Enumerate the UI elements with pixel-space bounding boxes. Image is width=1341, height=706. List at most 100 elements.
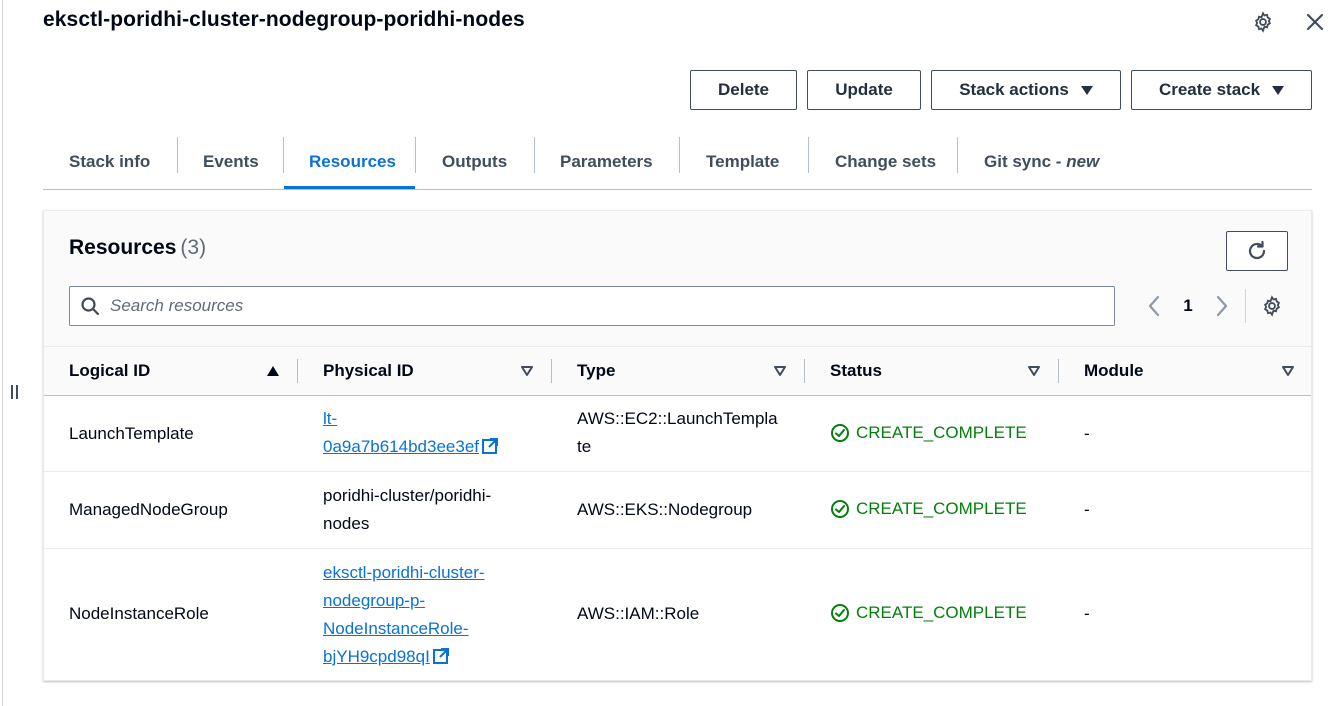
- status-text: CREATE_COMPLETE: [856, 499, 1027, 518]
- physical-id-cell: poridhi-cluster/poridhi- nodes: [323, 482, 491, 538]
- delete-button[interactable]: Delete: [690, 70, 797, 110]
- tab-outputs[interactable]: Outputs: [442, 135, 507, 189]
- pager-separator: [1245, 289, 1246, 323]
- success-check-icon: [831, 500, 849, 518]
- module-cell: -: [1084, 604, 1090, 623]
- sort-icon[interactable]: [1281, 365, 1295, 377]
- external-link-icon: [432, 648, 449, 664]
- column-resizer[interactable]: [297, 359, 298, 383]
- table-row: LaunchTemplate lt- 0a9a7b614bd3ee3ef AWS…: [44, 396, 1311, 472]
- stack-actions-button[interactable]: Stack actions: [931, 70, 1121, 110]
- physical-id-link[interactable]: lt-: [323, 405, 499, 433]
- status-cell: CREATE_COMPLETE: [830, 603, 1027, 623]
- refresh-icon: [1248, 240, 1266, 260]
- physical-id-cell: lt- 0a9a7b614bd3ee3ef: [323, 405, 499, 461]
- caret-down-icon: [1080, 85, 1093, 95]
- chevron-right-icon: [1216, 295, 1228, 317]
- tab-separator: [534, 137, 535, 173]
- tab-events[interactable]: Events: [203, 135, 259, 189]
- close-icon[interactable]: [1303, 10, 1327, 34]
- tab-separator: [679, 137, 680, 173]
- table-row: NodeInstanceRole eksctl-poridhi-cluster-…: [44, 549, 1311, 680]
- column-physical-id[interactable]: Physical ID: [323, 347, 414, 395]
- delete-button-label: Delete: [717, 80, 770, 99]
- physical-id-link-text[interactable]: 0a9a7b614bd3ee3ef: [323, 437, 479, 456]
- tab-git-sync[interactable]: Git sync - new: [984, 135, 1099, 189]
- tab-separator: [415, 137, 416, 173]
- table-header: Logical ID Physical ID Type Status Modul…: [44, 346, 1311, 396]
- physical-id-link[interactable]: eksctl-poridhi-cluster-: [323, 559, 485, 587]
- tab-change-sets[interactable]: Change sets: [835, 135, 936, 189]
- tab-separator: [957, 137, 958, 173]
- chevron-left-icon: [1148, 295, 1160, 317]
- type-cell: AWS::EC2::LaunchTempla te: [577, 405, 778, 461]
- type-line: te: [577, 437, 592, 456]
- settings-gear-icon[interactable]: [1251, 10, 1275, 34]
- tab-parameters[interactable]: Parameters: [560, 135, 653, 189]
- physical-id-link[interactable]: NodeInstanceRole-: [323, 615, 485, 643]
- success-check-icon: [831, 424, 849, 442]
- previous-page-button[interactable]: [1144, 291, 1164, 321]
- status-cell: CREATE_COMPLETE: [830, 423, 1027, 443]
- tab-separator: [808, 137, 809, 173]
- column-module[interactable]: Module: [1084, 347, 1144, 395]
- type-cell: AWS::IAM::Role: [577, 604, 700, 623]
- physical-id-line: nodes: [323, 514, 370, 533]
- tab-separator: [283, 137, 284, 173]
- update-button-label: Update: [835, 80, 893, 99]
- type-cell: AWS::EKS::Nodegroup: [577, 500, 753, 519]
- create-stack-button[interactable]: Create stack: [1131, 70, 1312, 110]
- left-panel-border: [2, 0, 3, 706]
- refresh-button[interactable]: [1226, 231, 1288, 271]
- resources-count: (3): [180, 236, 207, 259]
- search-input[interactable]: [110, 296, 1090, 316]
- status-text: CREATE_COMPLETE: [856, 603, 1027, 622]
- physical-id-cell: eksctl-poridhi-cluster- nodegroup-p- Nod…: [323, 559, 485, 671]
- table-row: ManagedNodeGroup poridhi-cluster/poridhi…: [44, 472, 1311, 549]
- resources-panel: Resources(3) 1 Logical ID Physical ID: [43, 210, 1312, 681]
- caret-down-icon: [1272, 85, 1285, 95]
- column-logical-id[interactable]: Logical ID: [69, 347, 150, 395]
- column-type[interactable]: Type: [577, 347, 615, 395]
- sort-icon[interactable]: [520, 365, 534, 377]
- success-check-icon: [831, 604, 849, 622]
- logical-id-cell: LaunchTemplate: [69, 424, 194, 443]
- physical-id-line: poridhi-cluster/poridhi-: [323, 486, 492, 505]
- column-resizer[interactable]: [1058, 359, 1059, 383]
- stack-tabs: Stack info Events Resources Outputs Para…: [43, 135, 1312, 190]
- column-status[interactable]: Status: [830, 347, 882, 395]
- module-cell: -: [1084, 424, 1090, 443]
- active-tab-indicator: [284, 186, 415, 189]
- stack-actions-label: Stack actions: [959, 80, 1069, 99]
- column-resizer[interactable]: [551, 359, 552, 383]
- module-cell: -: [1084, 500, 1090, 519]
- physical-id-link-line[interactable]: 0a9a7b614bd3ee3ef: [323, 433, 499, 461]
- resize-handle[interactable]: [11, 385, 21, 401]
- tab-resources[interactable]: Resources: [309, 135, 396, 189]
- sort-ascending-icon[interactable]: [266, 365, 280, 377]
- type-line: AWS::EC2::LaunchTempla: [577, 409, 778, 428]
- tab-stack-info[interactable]: Stack info: [69, 135, 150, 189]
- logical-id-cell: NodeInstanceRole: [69, 604, 209, 623]
- search-icon: [70, 287, 110, 325]
- resources-title: Resources: [69, 236, 177, 259]
- preferences-gear-icon[interactable]: [1259, 291, 1285, 321]
- search-resources: [69, 286, 1115, 326]
- physical-id-link-line[interactable]: bjYH9cpd98qI: [323, 643, 485, 671]
- new-badge: new: [1066, 152, 1100, 171]
- column-resizer[interactable]: [804, 359, 805, 383]
- tab-git-sync-label: Git sync -: [984, 152, 1067, 171]
- resources-heading: Resources (3): [69, 236, 206, 260]
- page-number[interactable]: 1: [1178, 291, 1198, 321]
- tab-template[interactable]: Template: [706, 135, 779, 189]
- sort-icon[interactable]: [773, 365, 787, 377]
- create-stack-label: Create stack: [1158, 80, 1261, 99]
- tab-separator: [177, 137, 178, 173]
- physical-id-link[interactable]: nodegroup-p-: [323, 587, 485, 615]
- next-page-button[interactable]: [1212, 291, 1232, 321]
- physical-id-link-text[interactable]: bjYH9cpd98qI: [323, 647, 430, 666]
- status-cell: CREATE_COMPLETE: [830, 499, 1027, 519]
- update-button[interactable]: Update: [807, 70, 921, 110]
- page-title: eksctl-poridhi-cluster-nodegroup-poridhi…: [43, 8, 525, 31]
- sort-icon[interactable]: [1027, 365, 1041, 377]
